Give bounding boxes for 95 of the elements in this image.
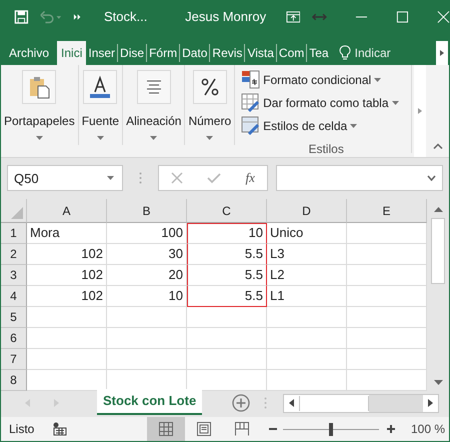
save-icon[interactable]: [14, 8, 29, 25]
ribbon-tab[interactable]: Inser: [86, 44, 118, 62]
table-cell: 102: [27, 244, 107, 266]
grip-icon: [139, 172, 142, 184]
zoom-out-icon[interactable]: [269, 425, 277, 433]
row-header[interactable]: 4: [1, 286, 27, 308]
row-header[interactable]: 8: [1, 370, 27, 392]
ribbon-tab[interactable]: Fórm: [146, 44, 180, 62]
row-header[interactable]: 1: [1, 223, 27, 244]
styles-icon: [241, 116, 260, 136]
corner-triangle-icon: [11, 207, 23, 220]
view-button[interactable]: [147, 417, 185, 441]
scroll-up-icon: [434, 207, 442, 212]
ribbon-group-button[interactable]: Número: [185, 64, 236, 145]
column-header[interactable]: B: [107, 199, 187, 224]
caret-icon: [150, 136, 158, 140]
column-header[interactable]: C: [187, 199, 267, 224]
column-header[interactable]: A: [27, 199, 107, 224]
row-header[interactable]: 6: [1, 328, 27, 350]
status-text: Listo: [9, 422, 36, 436]
caret-icon: [350, 124, 358, 128]
table-cell: L3: [267, 244, 347, 266]
scroll-down-icon: [434, 380, 442, 386]
table-cell: 102: [27, 286, 107, 308]
ribbon-menu-button[interactable]: Dar formato como tabla: [241, 92, 412, 113]
ribbon-group-button[interactable]: Alineación: [123, 64, 186, 145]
row-header[interactable]: 2: [1, 244, 27, 266]
ribbon-menu-button[interactable]: Formato condicional: [241, 70, 412, 90]
maximize-icon[interactable]: [396, 10, 410, 24]
ribbon-tab[interactable]: Archivo: [0, 40, 56, 65]
table-cell: 5.5: [187, 244, 267, 266]
formula-input-field[interactable]: [276, 165, 443, 192]
ribbon-tab[interactable]: Tea: [306, 44, 331, 62]
ribbon-tab[interactable]: Revis: [209, 44, 244, 62]
page-break-icon: [235, 422, 249, 436]
caret-icon: [36, 136, 43, 140]
document-title: Stock...: [104, 9, 148, 24]
lightbulb-icon: [338, 44, 351, 61]
table-cell: Mora: [27, 223, 107, 244]
user-name[interactable]: Jesus Monroy: [185, 9, 274, 24]
ribbon-tab[interactable]: Com: [276, 44, 306, 62]
scroll-right-button[interactable]: [436, 40, 448, 65]
table-cell: Unico: [267, 223, 347, 244]
table-cell: 30: [107, 244, 187, 266]
zoom-in-icon[interactable]: [387, 425, 395, 433]
table-cell: 10: [187, 223, 267, 244]
scroll-left-icon: [289, 399, 294, 408]
table-cell: 20: [107, 265, 187, 286]
page-layout-icon: [197, 422, 211, 436]
table-cell: 102: [27, 265, 107, 286]
ribbon-group-button[interactable]: Fuente: [78, 64, 124, 145]
expand-icon[interactable]: [427, 175, 436, 182]
sheet-tab[interactable]: Stock con Lote: [97, 389, 202, 416]
caret-icon: [107, 176, 114, 180]
caret-icon: [374, 78, 382, 82]
ribbon-tab[interactable]: Inici: [57, 40, 86, 65]
scroll-right-icon: [428, 399, 434, 408]
caret-icon: [96, 136, 104, 140]
row-header[interactable]: 7: [1, 349, 27, 370]
ribbon-tab[interactable]: Dise: [117, 44, 146, 62]
table-cell: 5.5: [187, 265, 267, 286]
ribbon-tab[interactable]: Dato: [179, 44, 210, 62]
caret-icon: [392, 100, 399, 105]
table-cell: L2: [267, 265, 347, 286]
collapse-ribbon-icon[interactable]: [432, 142, 443, 149]
group-label: Estilos: [307, 142, 345, 156]
styles-icon: [241, 70, 260, 90]
horizontal-scrollbar[interactable]: [283, 394, 440, 413]
check-icon[interactable]: [207, 172, 222, 184]
grip-icon: [264, 397, 268, 410]
add-sheet-icon[interactable]: [232, 394, 250, 412]
tell-me-button[interactable]: Indicar: [338, 40, 391, 65]
name-box[interactable]: Q50: [7, 165, 123, 192]
caret-icon: [440, 50, 444, 56]
column-header[interactable]: E: [347, 199, 427, 224]
zoom-slider[interactable]: [283, 422, 379, 436]
ribbon-display-icon[interactable]: [286, 10, 300, 24]
zoom-level[interactable]: 100 %: [411, 422, 446, 436]
table-cell: 100: [107, 223, 187, 244]
insert-function-button[interactable]: fx: [246, 170, 255, 186]
caret-icon: [418, 108, 422, 114]
ribbon-menu-button[interactable]: Estilos de celda: [241, 116, 412, 136]
table-cell: 10: [107, 286, 187, 308]
ribbon-tab[interactable]: Vista: [244, 44, 276, 62]
row-header[interactable]: 3: [1, 265, 27, 286]
macro-record-icon[interactable]: [53, 422, 67, 436]
row-header[interactable]: 5: [1, 307, 27, 328]
table-cell: L1: [267, 286, 347, 308]
close-icon[interactable]: [437, 10, 450, 24]
styles-icon: [241, 93, 260, 112]
caret-icon: [206, 136, 214, 140]
column-header[interactable]: D: [267, 199, 347, 224]
ribbon-group-button[interactable]: Portapapeles: [1, 64, 79, 145]
table-cell: 5.5: [187, 286, 267, 308]
normal-view-icon: [159, 422, 173, 436]
